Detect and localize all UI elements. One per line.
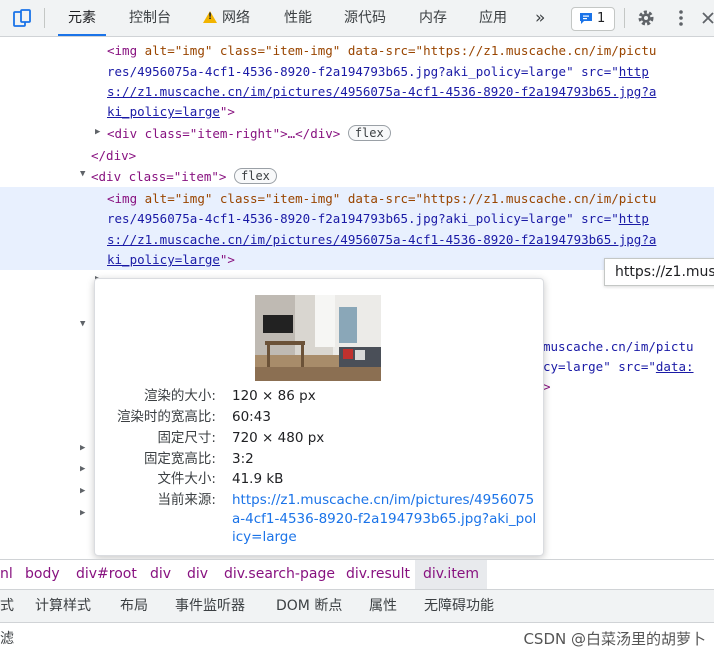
image-preview-popover: 渲染的大小: 120 × 86 px 渲染时的宽高比: 60:43 固定尺寸: 720… — [94, 278, 544, 556]
tab-network-label: 网络 — [222, 10, 250, 26]
tab-network[interactable]: 网络 — [203, 0, 250, 36]
expand-arrow-icon[interactable]: ▶ — [80, 508, 85, 518]
tab-performance[interactable]: 性能 — [284, 0, 312, 36]
expand-arrow-icon[interactable]: ▶ — [80, 443, 85, 453]
tab-event-listeners[interactable]: 事件监听器 — [175, 590, 245, 622]
tab-layout[interactable]: 布局 — [120, 590, 148, 622]
tab-sources[interactable]: 源代码 — [344, 0, 386, 36]
devtools-toolbar: 元素 控制台 网络 性能 源代码 内存 应用 » 1 — [0, 0, 714, 37]
tab-accessibility[interactable]: 无障碍功能 — [424, 590, 494, 622]
tab-elements[interactable]: 元素 — [58, 0, 106, 36]
breadcrumb-item[interactable]: div — [187, 560, 208, 589]
close-devtools-icon[interactable] — [700, 9, 714, 27]
tab-properties[interactable]: 属性 — [369, 590, 397, 622]
collapse-arrow-icon[interactable]: ▼ — [80, 319, 85, 329]
issues-count: 1 — [597, 11, 606, 26]
toolbar-divider — [44, 8, 45, 28]
tree-line[interactable]: </div> — [91, 146, 714, 166]
tree-line[interactable]: ki_policy=large"> — [107, 102, 714, 122]
breadcrumb-item[interactable]: div#root — [76, 560, 137, 589]
breadcrumb-item-current[interactable]: div.item — [415, 560, 488, 589]
more-tabs-button[interactable]: » — [535, 0, 545, 36]
expand-arrow-icon[interactable]: ▶ — [80, 464, 85, 474]
warning-icon — [203, 11, 217, 23]
issues-button[interactable]: 1 — [571, 7, 615, 31]
expand-arrow-icon[interactable]: ▶ — [80, 486, 85, 496]
intrinsic-ratio-row: 固定宽高比: 3:2 — [143, 451, 254, 467]
device-toolbar-icon[interactable] — [12, 8, 32, 28]
toolbar-divider — [624, 8, 625, 28]
rendered-ratio-row: 渲染时的宽高比: 60:43 — [116, 409, 271, 425]
tab-computed[interactable]: 计算样式 — [35, 590, 91, 622]
tree-line-selected[interactable]: res/4956075a-4cf1-4536-8920-f2a194793b65… — [107, 209, 714, 229]
breadcrumb-item[interactable]: nl — [0, 560, 13, 589]
rendered-size-row: 渲染的大小: 120 × 86 px — [143, 388, 316, 404]
tree-line[interactable]: <img alt="img" class="item-img" data-src… — [107, 41, 714, 61]
filter-bar: 滤 CSDN @白菜汤里的胡萝卜 — [0, 622, 714, 658]
url-tooltip: https://z1.muscache.cn — [604, 258, 714, 286]
tree-line[interactable]: s://z1.muscache.cn/im/pictures/4956075a-… — [107, 82, 714, 102]
tree-line[interactable]: muscache.cn/im/pictu — [543, 337, 714, 357]
tab-styles[interactable]: 式 — [0, 590, 14, 622]
settings-gear-icon[interactable] — [636, 8, 656, 28]
flex-badge[interactable]: flex — [234, 168, 277, 184]
issues-icon — [580, 13, 592, 24]
flex-badge[interactable]: flex — [347, 125, 391, 141]
breadcrumb-item[interactable]: div.search-page — [224, 560, 335, 589]
file-size-row: 文件大小: 41.9 kB — [157, 471, 284, 487]
tree-line[interactable]: > — [543, 377, 714, 397]
tree-line[interactable]: <div class="item-right">…</div> flex — [107, 124, 714, 144]
more-options-icon[interactable] — [676, 9, 686, 27]
tree-line-selected[interactable]: <img alt="img" class="item-img" data-src… — [107, 189, 714, 209]
breadcrumb-item[interactable]: body — [25, 560, 60, 589]
image-thumbnail — [255, 295, 381, 381]
tree-line[interactable]: res/4956075a-4cf1-4536-8920-f2a194793b65… — [107, 62, 714, 82]
tree-line[interactable]: cy=large" src="data: — [543, 357, 714, 377]
breadcrumb-item[interactable]: div — [150, 560, 171, 589]
tab-dom-breakpoints[interactable]: DOM 断点 — [276, 590, 342, 622]
current-source-link[interactable]: https://z1.muscache.cn/im/pictures/49560… — [232, 491, 537, 547]
watermark: CSDN @白菜汤里的胡萝卜 — [523, 630, 706, 648]
collapse-arrow-icon[interactable]: ▼ — [80, 169, 85, 179]
expand-arrow-icon[interactable]: ▶ — [95, 127, 100, 137]
tab-memory[interactable]: 内存 — [419, 0, 447, 36]
styles-pane-tabs: 式 计算样式 布局 事件监听器 DOM 断点 属性 无障碍功能 — [0, 589, 714, 623]
tab-console[interactable]: 控制台 — [129, 0, 171, 36]
tab-application[interactable]: 应用 — [479, 0, 507, 36]
filter-label[interactable]: 滤 — [0, 622, 14, 656]
breadcrumb-item[interactable]: div.result — [346, 560, 410, 589]
tree-line-selected[interactable]: s://z1.muscache.cn/im/pictures/4956075a-… — [107, 230, 714, 250]
tree-line[interactable]: <div class="item"> flex — [91, 167, 714, 187]
breadcrumb: nl body div#root div div div.search-page… — [0, 559, 714, 589]
intrinsic-size-row: 固定尺寸: 720 × 480 px — [157, 430, 325, 446]
